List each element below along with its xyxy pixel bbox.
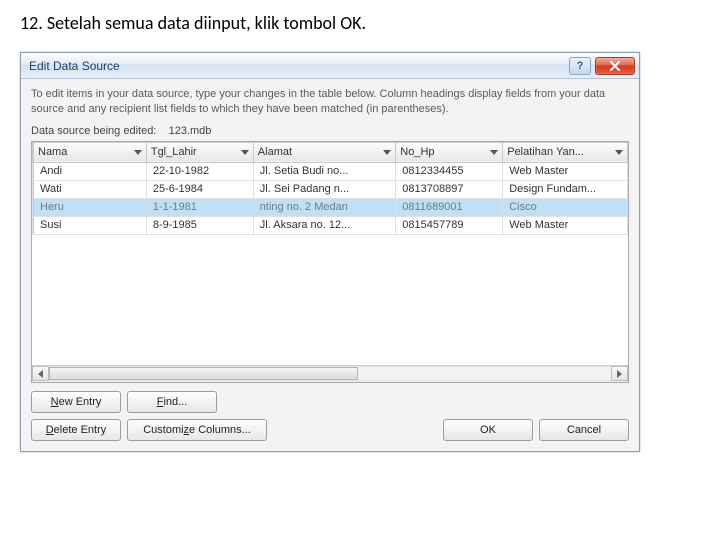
col-header[interactable]: Nama bbox=[34, 142, 147, 162]
dialog-body: To edit items in your data source, type … bbox=[21, 79, 639, 451]
cell[interactable]: Jl. Aksara no. 12... bbox=[253, 216, 396, 234]
cell[interactable]: Andi bbox=[34, 162, 147, 180]
button-row-2: Delete Entry Customize Columns... OK Can… bbox=[31, 419, 629, 441]
data-grid[interactable]: Nama Tgl_Lahir Alamat No_Hp Pelatihan Ya… bbox=[31, 141, 629, 383]
col-header[interactable]: No_Hp bbox=[396, 142, 503, 162]
cancel-button[interactable]: Cancel bbox=[539, 419, 629, 441]
close-icon bbox=[609, 61, 621, 71]
delete-entry-button[interactable]: Delete Entry bbox=[31, 419, 121, 441]
data-source-line: Data source being edited: 123.mdb bbox=[31, 125, 629, 137]
table-row[interactable]: Wati25-6-1984Jl. Sei Padang n...08137088… bbox=[33, 180, 628, 198]
triangle-left-icon bbox=[38, 370, 43, 378]
cell[interactable]: 22-10-1982 bbox=[146, 162, 253, 180]
close-button[interactable] bbox=[595, 57, 635, 75]
cell[interactable]: 0813708897 bbox=[396, 180, 503, 198]
cell[interactable]: Jl. Sei Padang n... bbox=[253, 180, 396, 198]
cell[interactable]: Web Master bbox=[503, 162, 628, 180]
help-button[interactable]: ? bbox=[569, 57, 591, 75]
titlebar: Edit Data Source ? bbox=[21, 53, 639, 79]
cell[interactable]: Susi bbox=[34, 216, 147, 234]
cell[interactable]: Wati bbox=[34, 180, 147, 198]
table-row[interactable]: Susi8-9-1985Jl. Aksara no. 12...08154577… bbox=[33, 216, 628, 234]
edit-data-source-dialog: Edit Data Source ? To edit items in your… bbox=[20, 52, 640, 452]
cell[interactable]: 0815457789 bbox=[396, 216, 503, 234]
cell[interactable]: Heru bbox=[34, 198, 147, 216]
instruction-text: 12. Setelah semua data diinput, klik tom… bbox=[20, 12, 700, 34]
new-entry-button[interactable]: New Entry bbox=[31, 391, 121, 413]
col-header[interactable]: Tgl_Lahir bbox=[146, 142, 253, 162]
customize-columns-button[interactable]: Customize Columns... bbox=[127, 419, 267, 441]
chevron-down-icon[interactable] bbox=[241, 150, 249, 155]
triangle-right-icon bbox=[617, 370, 622, 378]
col-header[interactable]: Pelatihan Yan... bbox=[503, 142, 628, 162]
dialog-description: To edit items in your data source, type … bbox=[31, 87, 629, 117]
scroll-track[interactable] bbox=[49, 366, 611, 381]
cell[interactable]: Web Master bbox=[503, 216, 628, 234]
scroll-right-button[interactable] bbox=[611, 366, 628, 381]
chevron-down-icon[interactable] bbox=[134, 150, 142, 155]
table-row[interactable]: Heru1-1-1981nting no. 2 Medan0811689001C… bbox=[33, 198, 628, 216]
col-header[interactable]: Alamat bbox=[253, 142, 396, 162]
horizontal-scrollbar[interactable] bbox=[32, 365, 628, 382]
table-row[interactable]: Andi22-10-1982Jl. Setia Budi no...081233… bbox=[33, 162, 628, 180]
cell[interactable]: 0811689001 bbox=[396, 198, 503, 216]
chevron-down-icon[interactable] bbox=[615, 150, 623, 155]
grid-empty-area bbox=[32, 235, 628, 365]
dialog-title: Edit Data Source bbox=[29, 59, 569, 73]
find-button[interactable]: Find... bbox=[127, 391, 217, 413]
cell[interactable]: nting no. 2 Medan bbox=[253, 198, 396, 216]
cell[interactable]: 8-9-1985 bbox=[146, 216, 253, 234]
cell[interactable]: 0812334455 bbox=[396, 162, 503, 180]
ok-button[interactable]: OK bbox=[443, 419, 533, 441]
scroll-thumb[interactable] bbox=[49, 367, 358, 380]
cell[interactable]: Design Fundam... bbox=[503, 180, 628, 198]
scroll-left-button[interactable] bbox=[32, 366, 49, 381]
cell[interactable]: Cisco bbox=[503, 198, 628, 216]
cell[interactable]: 1-1-1981 bbox=[146, 198, 253, 216]
chevron-down-icon[interactable] bbox=[490, 150, 498, 155]
cell[interactable]: Jl. Setia Budi no... bbox=[253, 162, 396, 180]
src-prefix: Data source being edited: bbox=[31, 125, 156, 137]
chevron-down-icon[interactable] bbox=[383, 150, 391, 155]
button-row-1: New Entry Find... bbox=[31, 391, 629, 413]
cell[interactable]: 25-6-1984 bbox=[146, 180, 253, 198]
src-file: 123.mdb bbox=[169, 125, 212, 137]
